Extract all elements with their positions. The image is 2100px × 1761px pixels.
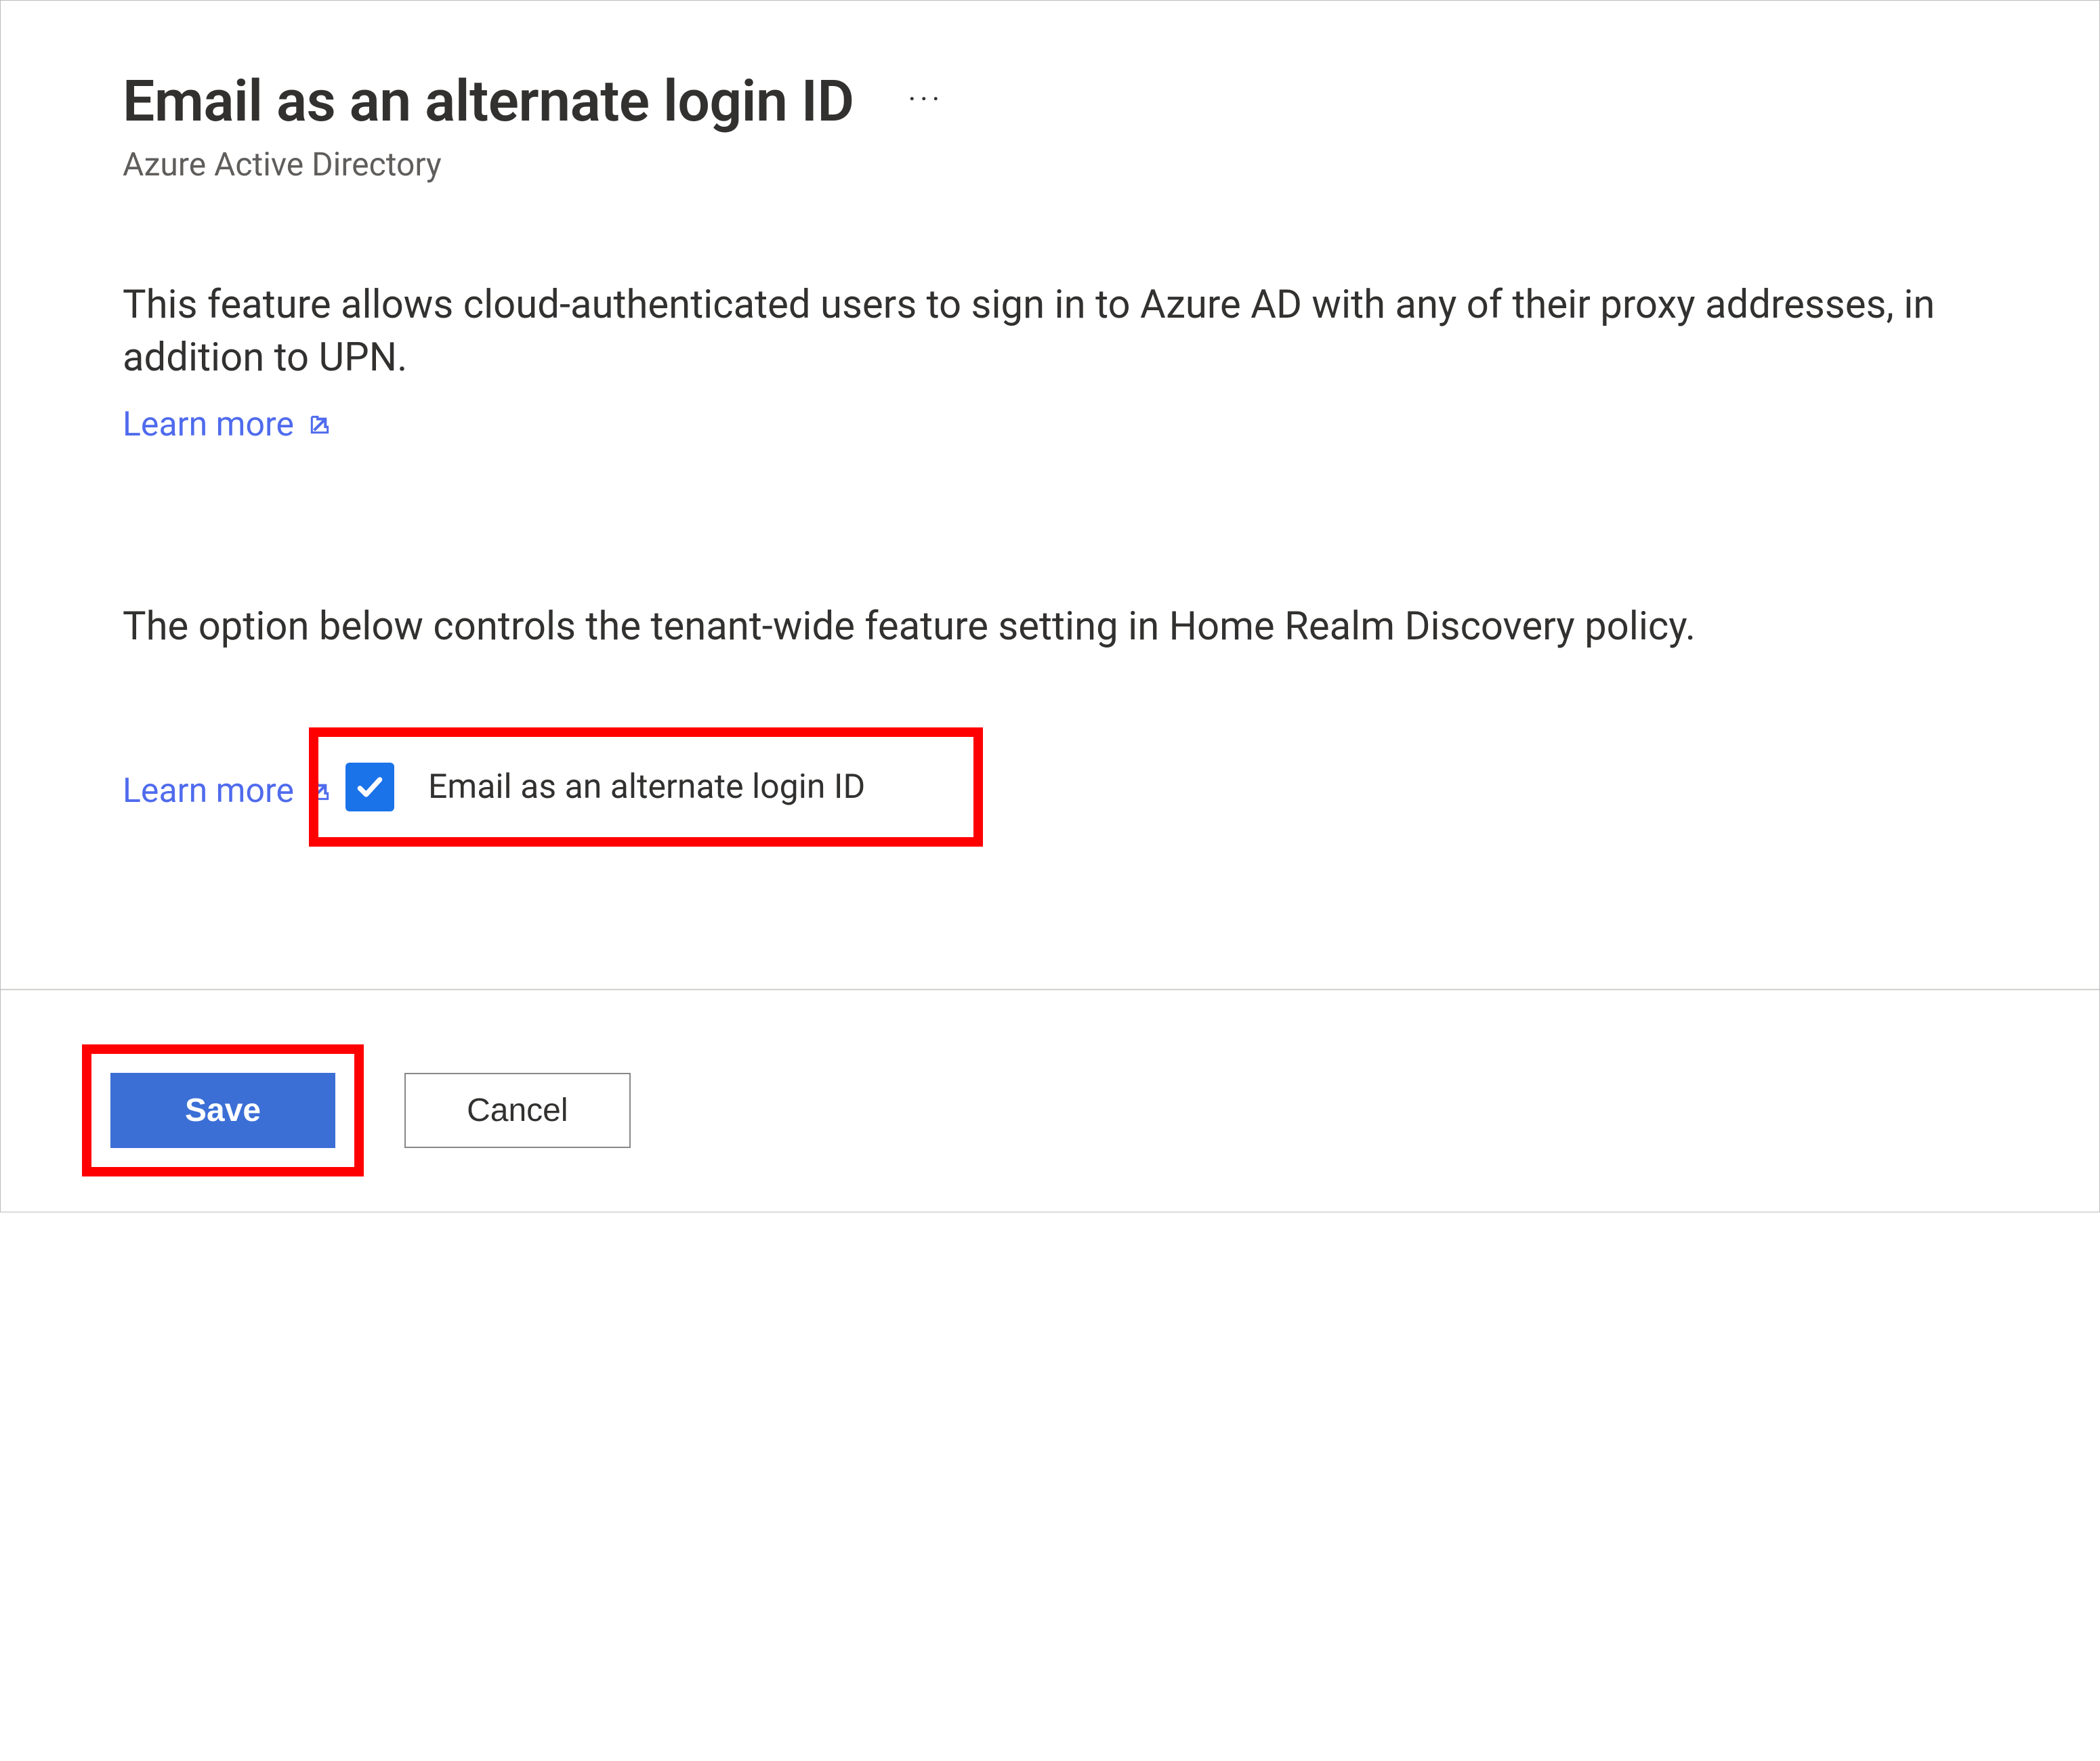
feature-description-1: This feature allows cloud-authenticated … <box>123 278 1977 385</box>
learn-more-label: Learn more <box>123 771 294 811</box>
save-button-highlight: Save <box>82 1044 364 1176</box>
page-title: Email as an alternate login ID <box>123 66 854 137</box>
settings-panel: Email as an alternate login ID ··· Azure… <box>0 0 2100 1212</box>
checkmark-icon <box>355 772 385 802</box>
page-subtitle: Azure Active Directory <box>123 145 1977 184</box>
feature-description-2: The option below controls the tenant-wid… <box>123 600 1977 653</box>
email-alternate-login-checkbox[interactable]: Email as an alternate login ID <box>345 763 865 811</box>
learn-more-link-2[interactable]: Learn more <box>123 771 333 811</box>
checkbox-label: Email as an alternate login ID <box>428 767 865 807</box>
footer-actions: Save Cancel <box>1 990 2099 1204</box>
more-actions-icon[interactable]: ··· <box>908 81 944 122</box>
learn-more-label: Learn more <box>123 405 294 444</box>
cancel-button[interactable]: Cancel <box>404 1073 630 1148</box>
checkbox-highlight: Email as an alternate login ID <box>309 727 983 847</box>
checkbox-box <box>345 763 394 811</box>
external-link-icon <box>306 411 333 438</box>
header-row: Email as an alternate login ID ··· <box>123 66 1977 137</box>
save-button[interactable]: Save <box>110 1073 335 1148</box>
learn-more-link-1[interactable]: Learn more <box>123 405 333 444</box>
content-area: Email as an alternate login ID ··· Azure… <box>1 1 2099 847</box>
